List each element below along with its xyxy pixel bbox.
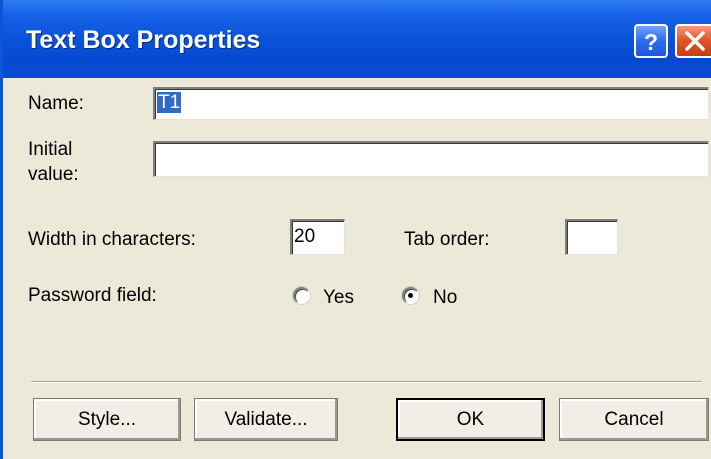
- tab-order-label: Tab order:: [404, 229, 490, 250]
- name-input[interactable]: T1: [153, 87, 709, 120]
- name-label: Name:: [28, 93, 84, 114]
- help-button[interactable]: ?: [634, 24, 668, 58]
- password-no-radio[interactable]: [402, 287, 419, 304]
- tab-order-input[interactable]: [565, 219, 618, 255]
- radio-selected-dot: [408, 293, 413, 298]
- cancel-button[interactable]: Cancel: [559, 398, 709, 441]
- initial-value-input[interactable]: [153, 141, 709, 177]
- password-field-label: Password field:: [28, 285, 157, 306]
- ok-button[interactable]: OK: [396, 398, 545, 441]
- svg-text:?: ?: [644, 29, 658, 55]
- name-input-value: T1: [157, 92, 182, 113]
- password-yes-radio[interactable]: [293, 287, 310, 304]
- width-input-value: 20: [294, 226, 316, 247]
- close-button[interactable]: [675, 24, 711, 58]
- close-icon: [685, 31, 705, 51]
- initial-value-label-line1: Initial: [28, 139, 73, 160]
- title-bar[interactable]: Text Box Properties ?: [3, 0, 711, 78]
- question-mark-icon: ?: [644, 29, 658, 55]
- text-box-properties-dialog: Text Box Properties ? Name: T1 Initial v…: [0, 0, 711, 459]
- validate-button[interactable]: Validate...: [194, 398, 338, 441]
- width-label: Width in characters:: [28, 229, 196, 250]
- initial-value-label-line2: value:: [28, 164, 79, 185]
- width-input[interactable]: 20: [290, 219, 345, 255]
- style-button[interactable]: Style...: [33, 398, 181, 441]
- password-no-label[interactable]: No: [433, 287, 457, 309]
- password-yes-label[interactable]: Yes: [323, 287, 354, 309]
- separator-line: [31, 381, 702, 383]
- dialog-title: Text Box Properties: [26, 26, 261, 54]
